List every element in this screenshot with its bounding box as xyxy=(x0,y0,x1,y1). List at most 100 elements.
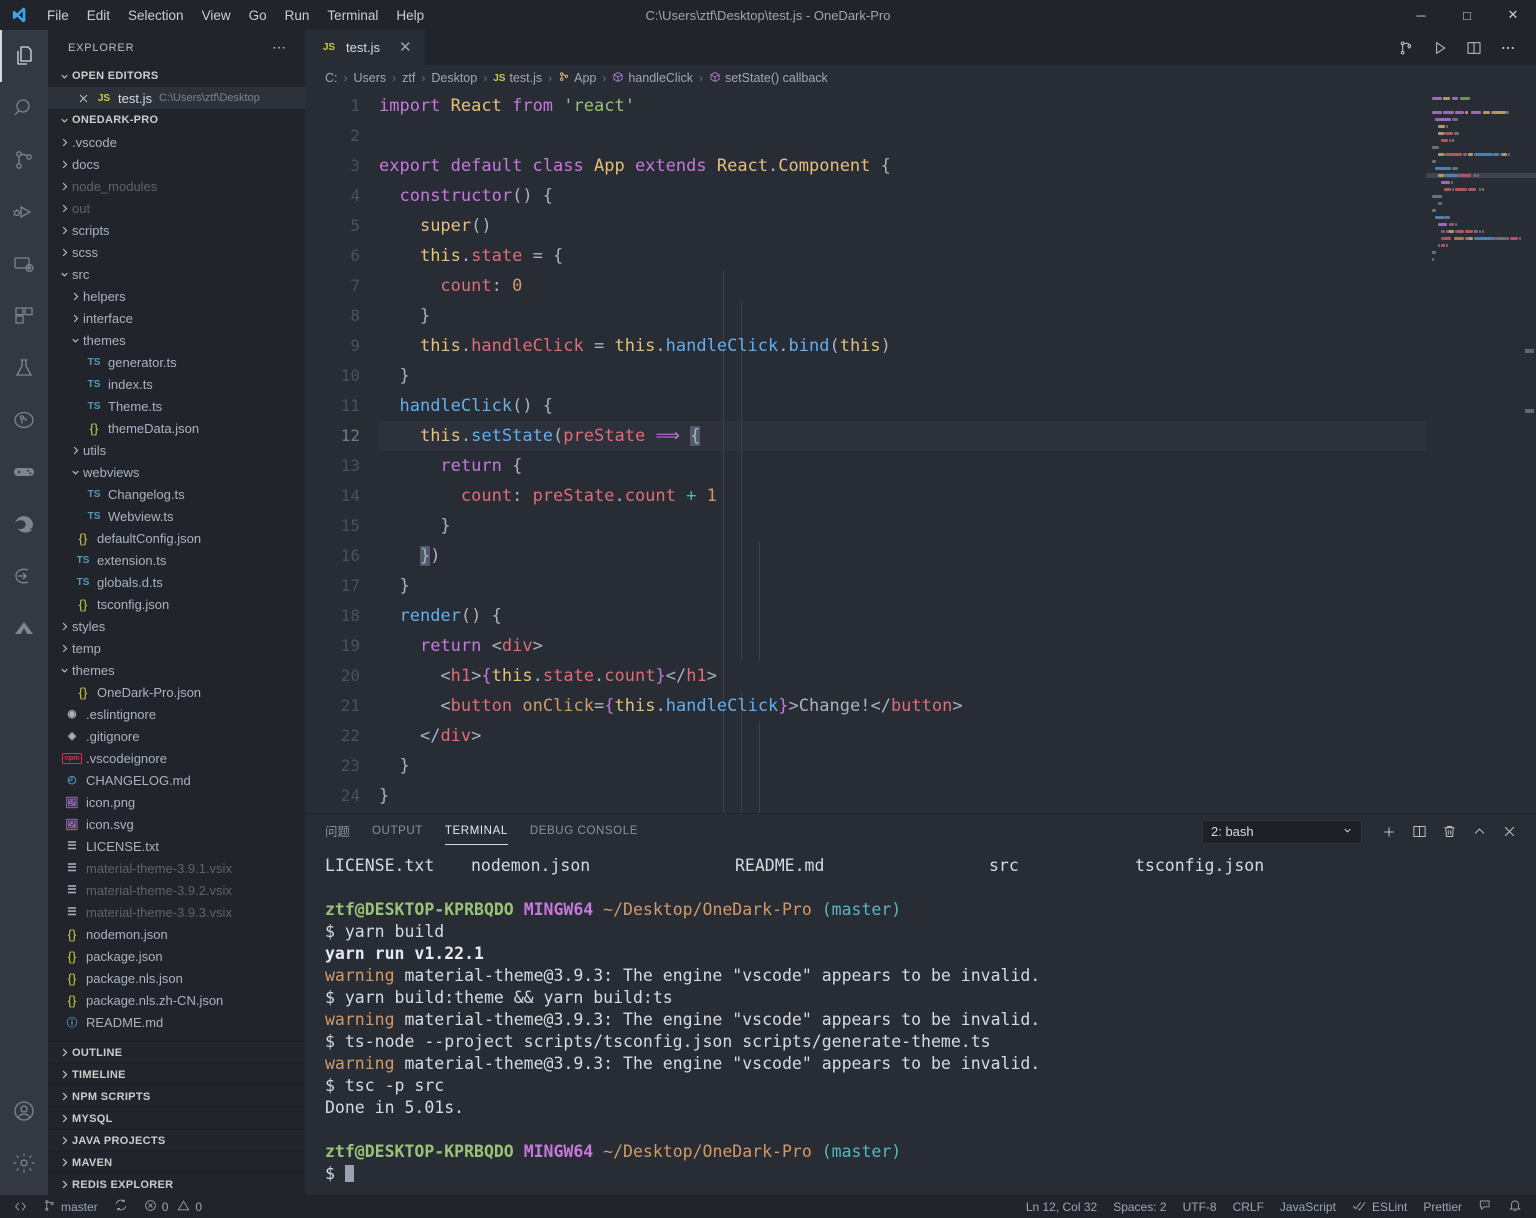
breadcrumb-item[interactable]: JS test.js xyxy=(493,71,542,85)
tree-folder[interactable]: out xyxy=(48,197,305,219)
status-encoding[interactable]: UTF-8 xyxy=(1175,1195,1225,1218)
code-line[interactable]: 19 return <div> xyxy=(305,631,1426,661)
activity-explorer[interactable] xyxy=(0,30,48,82)
status-feedback[interactable] xyxy=(1470,1195,1500,1218)
activity-tent[interactable] xyxy=(0,602,48,654)
section-npm-scripts[interactable]: NPM SCRIPTS xyxy=(48,1085,305,1107)
code-line[interactable]: 17 } xyxy=(305,571,1426,601)
menu-run[interactable]: Run xyxy=(276,5,319,26)
close-panel-icon[interactable] xyxy=(1496,819,1522,845)
section-open-editors[interactable]: OPEN EDITORS xyxy=(48,65,305,87)
menu-view[interactable]: View xyxy=(193,5,240,26)
tree-file[interactable]: TSChangelog.ts xyxy=(48,483,305,505)
code-line[interactable]: 3export default class App extends React.… xyxy=(305,151,1426,181)
sidebar-more-icon[interactable]: ⋯ xyxy=(272,39,287,56)
status-sync[interactable] xyxy=(106,1195,136,1218)
open-editor-item[interactable]: JS test.js C:\Users\ztf\Desktop xyxy=(48,87,305,109)
code-line[interactable]: 15 } xyxy=(305,511,1426,541)
tree-folder[interactable]: themes xyxy=(48,659,305,681)
split-terminal-icon[interactable] xyxy=(1406,819,1432,845)
code-line[interactable]: 23 } xyxy=(305,751,1426,781)
tree-folder[interactable]: interface xyxy=(48,307,305,329)
more-actions-icon[interactable] xyxy=(1494,34,1522,62)
activity-game[interactable] xyxy=(0,446,48,498)
file-tree[interactable]: .vscodedocsnode_modulesoutscriptsscsssrc… xyxy=(48,131,305,1033)
status-branch[interactable]: master xyxy=(35,1195,106,1218)
activity-edge-tools[interactable] xyxy=(0,498,48,550)
tree-file[interactable]: 🖼icon.svg xyxy=(48,813,305,835)
tree-file[interactable]: {}package.nls.zh-CN.json xyxy=(48,989,305,1011)
status-indentation[interactable]: Spaces: 2 xyxy=(1105,1195,1174,1218)
maximize-panel-icon[interactable] xyxy=(1466,819,1492,845)
tree-file[interactable]: ☰material-theme-3.9.2.vsix xyxy=(48,879,305,901)
tree-file[interactable]: {}package.json xyxy=(48,945,305,967)
code-line[interactable]: 18 render() { xyxy=(305,601,1426,631)
status-eol[interactable]: CRLF xyxy=(1225,1195,1272,1218)
minimap[interactable] xyxy=(1426,91,1536,813)
section-redis-explorer[interactable]: REDIS EXPLORER xyxy=(48,1173,305,1195)
code-content[interactable]: 1import React from 'react'23export defau… xyxy=(305,91,1426,811)
tree-file[interactable]: ◴CHANGELOG.md xyxy=(48,769,305,791)
section-timeline[interactable]: TIMELINE xyxy=(48,1063,305,1085)
breadcrumb[interactable]: C: › Users › ztf › Desktop › JS test.js … xyxy=(305,65,1536,91)
tree-file[interactable]: {}tsconfig.json xyxy=(48,593,305,615)
activity-turbo-console-log[interactable] xyxy=(0,550,48,602)
tree-file[interactable]: ◉.eslintignore xyxy=(48,703,305,725)
breadcrumb-item[interactable]: App xyxy=(558,71,596,86)
breadcrumb-item[interactable]: Desktop xyxy=(431,71,477,85)
code-line[interactable]: 24} xyxy=(305,781,1426,811)
status-problems[interactable]: 0 0 xyxy=(136,1195,210,1218)
menu-file[interactable]: File xyxy=(38,5,78,26)
tree-folder[interactable]: helpers xyxy=(48,285,305,307)
maximize-button[interactable]: □ xyxy=(1444,0,1490,30)
tree-folder[interactable]: scss xyxy=(48,241,305,263)
status-cursor-position[interactable]: Ln 12, Col 32 xyxy=(1018,1195,1105,1218)
tree-file[interactable]: TSextension.ts xyxy=(48,549,305,571)
section-workspace[interactable]: ONEDARK-PRO xyxy=(48,109,305,131)
code-line[interactable]: 11 handleClick() { xyxy=(305,391,1426,421)
split-editor-icon[interactable] xyxy=(1460,34,1488,62)
status-prettier[interactable]: Prettier xyxy=(1415,1195,1470,1218)
breadcrumb-item[interactable]: setState() callback xyxy=(709,71,828,86)
tree-folder[interactable]: docs xyxy=(48,153,305,175)
tree-file[interactable]: TSTheme.ts xyxy=(48,395,305,417)
code-line[interactable]: 10 } xyxy=(305,361,1426,391)
tree-folder[interactable]: src xyxy=(48,263,305,285)
status-eslint[interactable]: ESLint xyxy=(1344,1195,1415,1218)
terminal-selector[interactable]: 2: bash xyxy=(1202,820,1362,844)
tree-file[interactable]: ☰material-theme-3.9.3.vsix xyxy=(48,901,305,923)
run-icon[interactable] xyxy=(1426,34,1454,62)
code-line[interactable]: 21 <button onClick={this.handleClick}>Ch… xyxy=(305,691,1426,721)
code-line[interactable]: 4 constructor() { xyxy=(305,181,1426,211)
tab-terminal[interactable]: TERMINAL xyxy=(445,819,508,845)
terminal-output[interactable]: LICENSE.txtnodemon.jsonREADME.mdsrctscon… xyxy=(305,849,1536,1195)
menu-edit[interactable]: Edit xyxy=(78,5,119,26)
minimize-button[interactable]: ─ xyxy=(1398,0,1444,30)
code-line[interactable]: 14 count: preState.count + 1 xyxy=(305,481,1426,511)
tab-problems[interactable]: 问题 xyxy=(325,815,350,848)
tree-file[interactable]: ☰material-theme-3.9.1.vsix xyxy=(48,857,305,879)
code-line[interactable]: 16 }) xyxy=(305,541,1426,571)
breadcrumb-item[interactable]: C: xyxy=(325,71,338,85)
activity-git-graph[interactable] xyxy=(0,394,48,446)
tree-folder[interactable]: utils xyxy=(48,439,305,461)
tree-file[interactable]: {}package.nls.json xyxy=(48,967,305,989)
code-line[interactable]: 12 this.setState(preState ⟹ { xyxy=(305,421,1426,451)
tree-file[interactable]: TSindex.ts xyxy=(48,373,305,395)
tree-file[interactable]: {}OneDark-Pro.json xyxy=(48,681,305,703)
close-icon[interactable]: ✕ xyxy=(399,40,412,55)
section-maven[interactable]: MAVEN xyxy=(48,1151,305,1173)
code-line[interactable]: 22 </div> xyxy=(305,721,1426,751)
tree-file[interactable]: {}nodemon.json xyxy=(48,923,305,945)
status-remote[interactable] xyxy=(6,1195,35,1218)
tree-folder[interactable]: themes xyxy=(48,329,305,351)
tree-folder[interactable]: temp xyxy=(48,637,305,659)
status-language-mode[interactable]: JavaScript xyxy=(1272,1195,1344,1218)
tree-file[interactable]: npm.vscodeignore xyxy=(48,747,305,769)
tree-folder[interactable]: .vscode xyxy=(48,131,305,153)
breadcrumb-item[interactable]: ztf xyxy=(402,71,415,85)
code-line[interactable]: 9 this.handleClick = this.handleClick.bi… xyxy=(305,331,1426,361)
code-line[interactable]: 20 <h1>{this.state.count}</h1> xyxy=(305,661,1426,691)
menu-help[interactable]: Help xyxy=(387,5,433,26)
tree-folder[interactable]: webviews xyxy=(48,461,305,483)
